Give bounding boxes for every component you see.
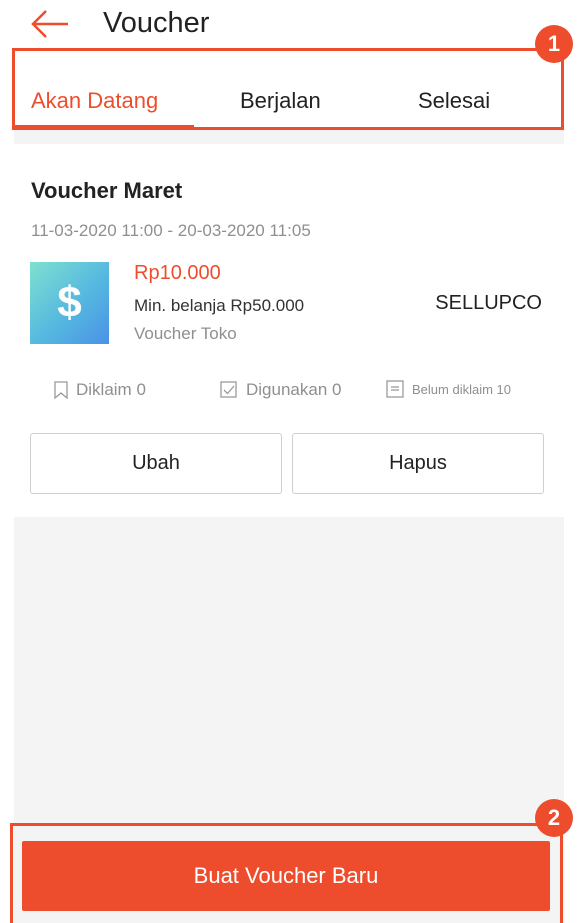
dollar-icon: $	[57, 278, 82, 327]
voucher-amount: Rp10.000	[134, 262, 221, 284]
clipboard-icon	[386, 380, 404, 398]
voucher-code: SELLUPCO	[435, 292, 542, 314]
voucher-type: Voucher Toko	[134, 324, 237, 343]
voucher-stats: Diklaim 0 Digunakan 0 Belum diklaim 10	[14, 380, 564, 410]
stat-claimed-label: Diklaim 0	[76, 380, 146, 399]
create-voucher-button[interactable]: Buat Voucher Baru	[22, 841, 550, 911]
stat-claimed: Diklaim 0	[54, 380, 146, 400]
stat-unclaimed: Belum diklaim 10	[386, 380, 511, 398]
stat-used-label: Digunakan 0	[246, 380, 342, 399]
header: Voucher	[0, 0, 577, 50]
annotation-box-tabs	[12, 48, 564, 130]
edit-button[interactable]: Ubah	[30, 433, 282, 494]
arrow-left-icon[interactable]	[30, 9, 70, 39]
voucher-card: Voucher Maret 11-03-2020 11:00 - 20-03-2…	[14, 144, 564, 517]
bookmark-icon	[54, 381, 68, 399]
delete-button[interactable]: Hapus	[292, 433, 544, 494]
page-title: Voucher	[103, 7, 210, 39]
voucher-min-spend: Min. belanja Rp50.000	[134, 296, 305, 315]
annotation-badge-1: 1	[535, 25, 573, 63]
stat-unclaimed-label: Belum diklaim 10	[412, 381, 511, 397]
section-divider	[14, 130, 564, 144]
voucher-thumbnail: $	[30, 262, 109, 344]
annotation-badge-2: 2	[535, 799, 573, 837]
voucher-period: 11-03-2020 11:00 - 20-03-2020 11:05	[31, 221, 311, 240]
voucher-name: Voucher Maret	[31, 178, 183, 203]
stat-used: Digunakan 0	[220, 380, 341, 400]
voucher-page: Voucher Akan Datang Berjalan Selesai 1 V…	[0, 0, 577, 923]
checkbox-icon	[220, 381, 237, 398]
